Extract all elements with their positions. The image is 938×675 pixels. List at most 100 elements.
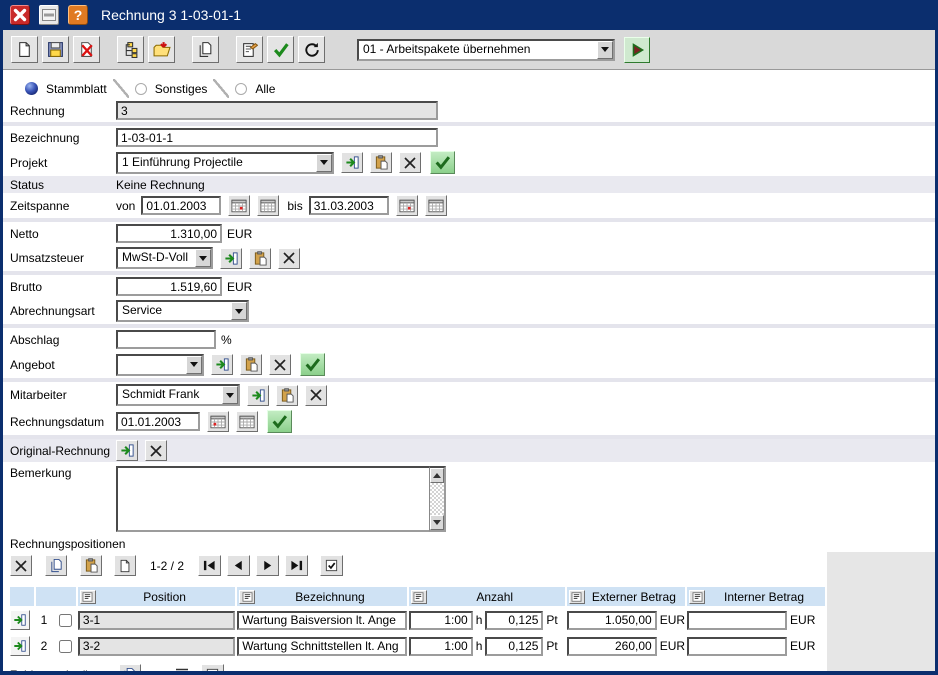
scroll-down-button[interactable] [430, 515, 444, 530]
positions-paste-button[interactable] [80, 555, 102, 576]
payments-collapse-button[interactable] [171, 664, 193, 675]
save-button[interactable] [42, 36, 69, 63]
externer-betrag-input[interactable] [567, 637, 657, 656]
column-menu-button[interactable] [80, 590, 96, 604]
position-input[interactable] [78, 637, 235, 656]
mitarbeiter-select[interactable]: Schmidt Frank [116, 384, 240, 406]
umsatzsteuer-clear-button[interactable] [278, 248, 300, 269]
original-rechnung-clear-button[interactable] [145, 440, 167, 461]
angebot-paste-button[interactable] [240, 354, 262, 375]
tab-stammblatt[interactable]: Stammblatt [19, 79, 113, 98]
brutto-input[interactable] [116, 277, 222, 296]
abrechnungsart-select-arrow-button[interactable] [231, 302, 247, 320]
projekt-paste-button[interactable] [370, 152, 392, 173]
close-button[interactable] [10, 5, 30, 25]
position-input[interactable] [78, 611, 235, 630]
angebot-confirm-button[interactable] [300, 353, 325, 376]
payments-copy-button[interactable] [119, 664, 141, 675]
angebot-select-arrow-button[interactable] [186, 356, 202, 374]
action-select[interactable]: 01 - Arbeitspakete übernehmen [357, 39, 615, 61]
bezeichnung-input[interactable] [237, 611, 406, 630]
structure-tree-button[interactable] [117, 36, 144, 63]
angebot-jump-button[interactable] [211, 354, 233, 375]
mitarbeiter-select-arrow-button[interactable] [222, 386, 238, 404]
netto-input[interactable] [116, 224, 222, 243]
positions-clear-button[interactable] [10, 555, 32, 576]
projekt-select-arrow-button[interactable] [316, 154, 332, 172]
run-action-button[interactable] [624, 37, 650, 63]
umsatzsteuer-select[interactable]: MwSt-D-Voll [116, 247, 213, 269]
positions-new-button[interactable] [114, 555, 136, 576]
nav-first-button[interactable] [198, 555, 221, 576]
interner-betrag-input[interactable] [687, 637, 787, 656]
row-jump-button[interactable] [10, 636, 30, 656]
copy-button[interactable] [192, 36, 219, 63]
positions-title: Rechnungspositionen [3, 534, 935, 552]
abrechnungsart-select[interactable]: Service [116, 300, 249, 322]
tab-sonstiges[interactable]: Sonstiges [129, 79, 214, 98]
abschlag-input[interactable] [116, 330, 216, 349]
rechnungsdatum-calendar-today-button[interactable] [207, 411, 229, 432]
projekt-select[interactable]: 1 Einführung Projectile [116, 152, 334, 174]
interner-betrag-input[interactable] [687, 611, 787, 630]
nav-prev-button[interactable] [227, 555, 250, 576]
row-jump-button[interactable] [10, 610, 30, 630]
action-select-arrow-button[interactable] [597, 41, 613, 59]
column-menu-button[interactable] [569, 590, 585, 604]
select-all-button[interactable] [320, 555, 343, 576]
original-rechnung-jump-button[interactable] [116, 440, 138, 461]
import-button[interactable] [148, 36, 175, 63]
von-calendar-button[interactable] [257, 195, 279, 216]
anzahl-hours-input[interactable] [409, 637, 473, 656]
confirm-button[interactable] [267, 36, 294, 63]
anzahl-pt-input[interactable] [485, 637, 543, 656]
umsatzsteuer-paste-button[interactable] [249, 248, 271, 269]
bis-calendar-button[interactable] [425, 195, 447, 216]
bemerkung-textarea[interactable] [116, 466, 446, 532]
scroll-up-button[interactable] [430, 468, 444, 483]
help-button[interactable]: ? [68, 5, 88, 25]
zeitspanne-von-input[interactable] [141, 196, 221, 215]
mitarbeiter-jump-button[interactable] [247, 385, 269, 406]
projekt-clear-button[interactable] [399, 152, 421, 173]
projekt-jump-button[interactable] [341, 152, 363, 173]
tab-alle[interactable]: Alle [229, 79, 281, 98]
column-menu-button[interactable] [411, 590, 427, 604]
projekt-confirm-button[interactable] [430, 151, 455, 174]
row-checkbox[interactable] [59, 640, 72, 653]
rechnung-input[interactable] [116, 101, 438, 120]
umsatzsteuer-select-arrow-button[interactable] [195, 249, 211, 267]
refresh-button[interactable] [298, 36, 325, 63]
anzahl-pt-input[interactable] [485, 611, 543, 630]
row-checkbox[interactable] [59, 614, 72, 627]
positions-copy-button[interactable] [45, 555, 67, 576]
column-menu-button[interactable] [239, 590, 255, 604]
rechnungsdatum-calendar-button[interactable] [236, 411, 258, 432]
column-menu-button[interactable] [689, 590, 705, 604]
rechnungsdatum-input[interactable] [116, 412, 200, 431]
edit-form-button[interactable] [236, 36, 263, 63]
anzahl-hours-input[interactable] [409, 611, 473, 630]
bemerkung-scrollbar[interactable] [429, 466, 446, 532]
bezeichnung-input[interactable] [237, 637, 406, 656]
umsatzsteuer-jump-button[interactable] [220, 248, 242, 269]
nav-next-icon [260, 559, 275, 572]
zeitspanne-bis-input[interactable] [309, 196, 389, 215]
bezeichnung-input[interactable] [116, 128, 438, 147]
externer-betrag-input[interactable] [567, 611, 657, 630]
scrollbar-track[interactable] [430, 483, 444, 515]
mitarbeiter-paste-button[interactable] [276, 385, 298, 406]
bis-calendar-today-button[interactable] [396, 195, 418, 216]
bemerkung-text[interactable] [116, 466, 429, 532]
payments-select-all-button[interactable] [201, 664, 224, 675]
rechnungsdatum-confirm-button[interactable] [267, 410, 292, 433]
new-document-button[interactable] [11, 36, 38, 63]
mitarbeiter-clear-button[interactable] [305, 385, 327, 406]
nav-next-button[interactable] [256, 555, 279, 576]
delete-button[interactable] [73, 36, 100, 63]
window-button[interactable] [39, 5, 59, 25]
angebot-clear-button[interactable] [269, 354, 291, 375]
angebot-select[interactable] [116, 354, 204, 376]
nav-last-button[interactable] [285, 555, 308, 576]
von-calendar-today-button[interactable] [228, 195, 250, 216]
